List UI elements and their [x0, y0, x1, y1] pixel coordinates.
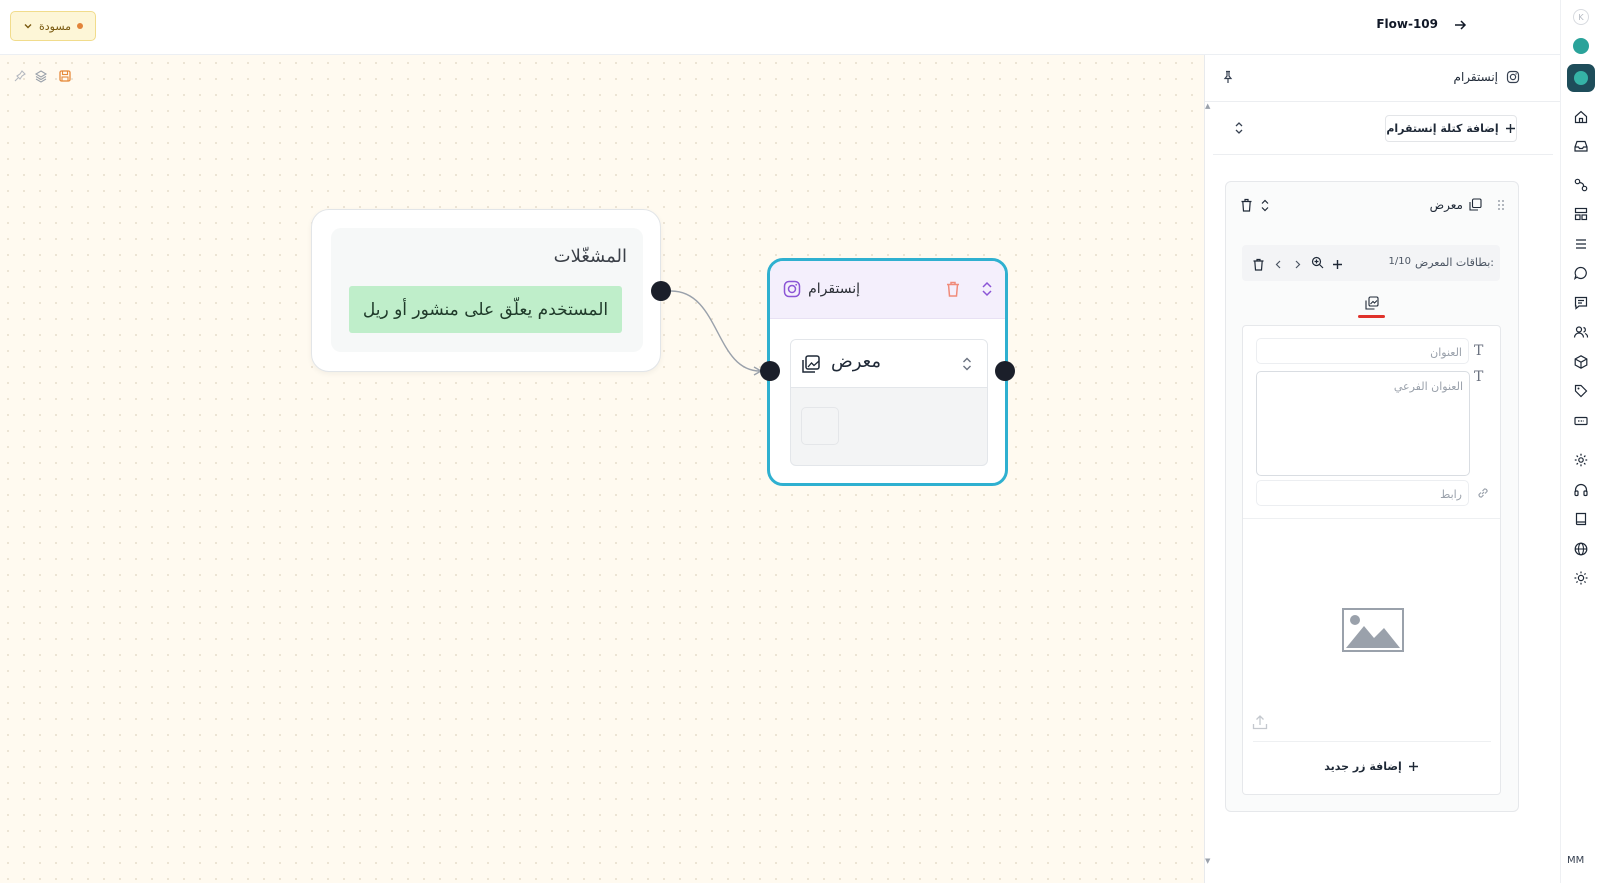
gallery-cards-label: بطاقات المعرض:: [1414, 256, 1494, 269]
text-type-icon: T: [1474, 343, 1484, 359]
chevron-down-icon: [24, 24, 32, 29]
panel-title: إنستقرام: [1453, 70, 1498, 84]
expand-collapse-icon[interactable]: [961, 356, 973, 372]
text-type-icon: T: [1474, 369, 1484, 385]
gallery-card-tab-icon[interactable]: [1365, 296, 1379, 310]
gallery-cards-count: 1/10: [1388, 256, 1411, 267]
settings-icon[interactable]: [1573, 452, 1589, 468]
instagram-node[interactable]: إنستقرام معرض: [767, 258, 1008, 486]
trash-icon[interactable]: [944, 280, 962, 298]
trash-icon[interactable]: [1252, 256, 1265, 271]
instagram-node-title: إنستقرام: [808, 281, 860, 297]
chevron-left-icon[interactable]: [1272, 256, 1285, 269]
divider: [1213, 154, 1553, 155]
status-dropdown[interactable]: مسودة: [10, 11, 96, 41]
link-icon: [1478, 488, 1488, 498]
home-icon[interactable]: [1573, 109, 1589, 125]
expand-collapse-icon[interactable]: [1260, 199, 1270, 212]
instagram-icon: [783, 280, 801, 298]
gallery-block-card-header: معرض: [1226, 182, 1518, 230]
properties-panel: إنستقرام إضافة كتلة إنستقرام معرض 1/10 ب…: [1204, 55, 1560, 883]
gallery-card-form: العنوان T العنوان الفرعي T رابط إضافة زر…: [1242, 325, 1501, 795]
instagram-input-handle[interactable]: [760, 361, 780, 381]
tag-icon[interactable]: [1573, 383, 1589, 399]
arrow-right-icon[interactable]: [1452, 17, 1468, 33]
trigger-node[interactable]: المشغّلات المستخدم يعلّق على منشور أو ري…: [311, 209, 661, 372]
add-new-button[interactable]: إضافة زر جديد: [1243, 754, 1500, 778]
pin-icon[interactable]: [1221, 70, 1235, 84]
headset-icon[interactable]: [1573, 482, 1589, 498]
divider: [1243, 518, 1500, 519]
collapse-rail-icon[interactable]: K: [1573, 9, 1589, 25]
panel-header: إنستقرام: [1205, 55, 1560, 102]
status-label: مسودة: [38, 19, 72, 33]
trigger-title: المشغّلات: [553, 246, 627, 267]
expand-collapse-icon[interactable]: [980, 281, 994, 297]
divider: [1253, 741, 1491, 742]
instagram-icon: [1506, 70, 1520, 84]
app-switch-icon[interactable]: [1573, 38, 1589, 54]
ticket-icon[interactable]: [1573, 413, 1589, 429]
gallery-block-title: معرض: [1429, 198, 1463, 212]
plus-icon: [1505, 124, 1515, 133]
layout-icon[interactable]: [1573, 206, 1589, 222]
link-input[interactable]: رابط: [1256, 480, 1469, 506]
comment-icon[interactable]: [1573, 295, 1589, 311]
gallery-icon: [1469, 198, 1482, 211]
top-bar: مسودة Flow-109: [0, 0, 1560, 55]
flow-title: Flow-109: [1376, 17, 1438, 31]
gallery-icon: [802, 355, 820, 373]
gallery-card-thumbnail[interactable]: [801, 407, 839, 445]
gallery-block-header: معرض: [791, 340, 987, 388]
users-icon[interactable]: [1573, 324, 1589, 340]
chevron-right-icon[interactable]: [1291, 256, 1304, 269]
gallery-block[interactable]: معرض: [790, 339, 988, 466]
flow-icon[interactable]: [1573, 177, 1589, 193]
zoom-in-icon[interactable]: [1311, 254, 1324, 269]
globe-icon[interactable]: [1573, 541, 1589, 557]
add-instagram-block-button[interactable]: إضافة كتلة إنستقرام: [1385, 115, 1517, 142]
image-placeholder-icon[interactable]: [1342, 608, 1404, 652]
plus-icon: [1408, 761, 1418, 771]
menu-icon[interactable]: [1573, 236, 1589, 252]
active-app-icon[interactable]: [1567, 64, 1595, 92]
gallery-block-card: معرض 1/10 بطاقات المعرض: العنوان T العنو…: [1225, 181, 1519, 812]
user-avatar[interactable]: MM: [1567, 855, 1584, 866]
trigger-node-body: المشغّلات المستخدم يعلّق على منشور أو ري…: [331, 228, 643, 352]
expand-collapse-icon[interactable]: [1233, 121, 1245, 135]
plus-icon[interactable]: [1331, 256, 1344, 269]
trigger-condition-chip[interactable]: المستخدم يعلّق على منشور أو ريل: [349, 286, 622, 333]
trash-icon[interactable]: [1240, 198, 1253, 212]
add-block-label: إضافة كتلة إنستقرام: [1386, 122, 1499, 135]
active-tab-indicator: [1358, 315, 1385, 318]
scroll-up-arrow[interactable]: ▲: [1205, 102, 1210, 110]
gallery-cards-bar: 1/10 بطاقات المعرض:: [1242, 245, 1500, 281]
instagram-node-header: إنستقرام: [770, 261, 1005, 319]
flow-canvas[interactable]: المشغّلات المستخدم يعلّق على منشور أو ري…: [0, 55, 1204, 883]
scroll-down-arrow[interactable]: ▼: [1205, 857, 1210, 865]
instagram-output-handle[interactable]: [995, 361, 1015, 381]
add-new-button-label: إضافة زر جديد: [1324, 759, 1402, 773]
chat-icon[interactable]: [1573, 265, 1589, 281]
drag-handle-icon[interactable]: [1496, 198, 1506, 212]
book-icon[interactable]: [1573, 511, 1589, 527]
title-input[interactable]: العنوان: [1256, 338, 1469, 364]
nav-rail: K MM: [1560, 0, 1600, 883]
gallery-label: معرض: [830, 351, 881, 372]
status-dot: [77, 23, 84, 29]
trigger-output-handle[interactable]: [651, 281, 671, 301]
subtitle-input[interactable]: العنوان الفرعي: [1256, 371, 1470, 476]
inbox-icon[interactable]: [1573, 138, 1589, 154]
package-icon[interactable]: [1573, 354, 1589, 370]
sun-icon[interactable]: [1573, 570, 1589, 586]
connector-edge: [670, 290, 763, 376]
upload-icon[interactable]: [1251, 713, 1269, 731]
